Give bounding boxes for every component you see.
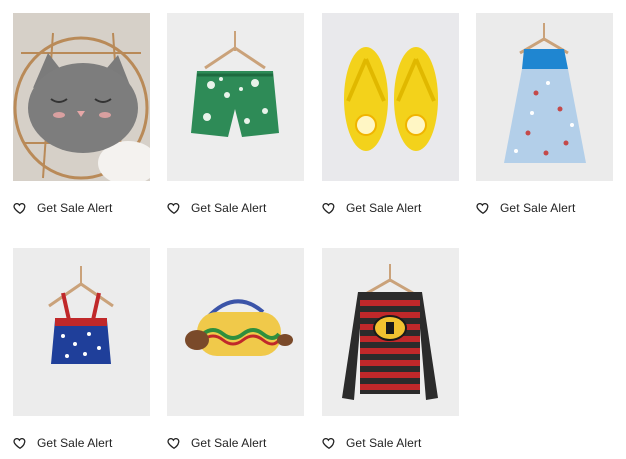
product-image-striped-sweater[interactable] [322,248,459,416]
get-sale-alert-button[interactable]: Get Sale Alert [322,198,421,218]
heart-outline-icon [476,202,489,215]
product-image-hotdog-bag[interactable] [167,248,304,416]
product-image-tankini-top[interactable] [13,248,150,416]
product-card: Get Sale Alert [322,248,459,450]
product-image-swim-shorts[interactable] [167,13,304,181]
product-image-dress[interactable] [476,13,613,181]
get-sale-alert-button[interactable]: Get Sale Alert [167,198,266,218]
get-sale-alert-button[interactable]: Get Sale Alert [13,433,112,453]
get-sale-alert-label: Get Sale Alert [191,201,267,215]
get-sale-alert-label: Get Sale Alert [37,201,113,215]
hotdog-bag-icon [167,248,304,416]
get-sale-alert-button[interactable]: Get Sale Alert [167,433,266,453]
product-image-flip-flops[interactable] [322,13,459,181]
get-sale-alert-label: Get Sale Alert [346,436,422,450]
heart-outline-icon [322,437,335,450]
heart-outline-icon [167,202,180,215]
heart-outline-icon [13,202,26,215]
striped-sweater-icon [322,248,459,416]
product-card: Get Sale Alert [322,13,459,215]
get-sale-alert-button[interactable]: Get Sale Alert [13,198,112,218]
dress-icon [476,13,613,181]
flip-flops-icon [322,13,459,181]
get-sale-alert-label: Get Sale Alert [191,436,267,450]
get-sale-alert-button[interactable]: Get Sale Alert [476,198,575,218]
product-card: Get Sale Alert [476,13,613,215]
tankini-top-icon [13,248,150,416]
get-sale-alert-button[interactable]: Get Sale Alert [322,433,421,453]
get-sale-alert-label: Get Sale Alert [37,436,113,450]
swim-shorts-icon [167,13,304,181]
heart-outline-icon [167,437,180,450]
heart-outline-icon [13,437,26,450]
get-sale-alert-label: Get Sale Alert [500,201,576,215]
product-card: Get Sale Alert [13,13,150,215]
cat-pillow-icon [13,13,150,181]
product-card: Get Sale Alert [167,13,304,215]
heart-outline-icon [322,202,335,215]
product-image-cat-pillow[interactable] [13,13,150,181]
get-sale-alert-label: Get Sale Alert [346,201,422,215]
product-card: Get Sale Alert [13,248,150,450]
product-card: Get Sale Alert [167,248,304,450]
